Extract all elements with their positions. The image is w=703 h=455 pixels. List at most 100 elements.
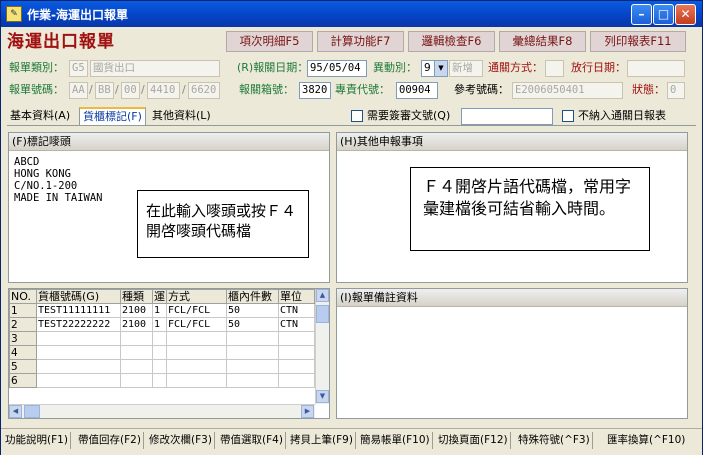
special-symbol-key[interactable]: 特殊符號(^F3) — [516, 432, 593, 449]
pieces-cell[interactable] — [226, 345, 279, 360]
marks-panel[interactable]: (F)標記嘜頭 ABCD HONG KONG C/NO.1-200 MADE I… — [8, 132, 330, 283]
marks-textarea[interactable]: ABCD HONG KONG C/NO.1-200 MADE IN TAIWAN — [14, 156, 103, 204]
review-docs-checkbox[interactable] — [351, 110, 363, 122]
method-cell[interactable]: FCL/FCL — [166, 303, 227, 318]
unit-cell[interactable] — [278, 331, 315, 346]
type-cell[interactable]: 2100 — [120, 303, 153, 318]
col-header-type[interactable]: 種類 — [120, 289, 153, 304]
calculate-button[interactable]: 計算功能F7 — [317, 31, 404, 52]
scroll-left-icon[interactable]: ◀ — [9, 405, 22, 418]
unit-cell[interactable]: CTN — [278, 317, 315, 332]
declaration-no-part4[interactable]: 4410 — [147, 82, 180, 99]
change-type-select[interactable]: 9 ▼ — [421, 60, 448, 77]
table-row[interactable]: 5 — [9, 359, 315, 374]
pieces-cell[interactable] — [226, 373, 279, 388]
container-no-cell[interactable] — [36, 373, 121, 388]
container-no-cell[interactable] — [36, 359, 121, 374]
declaration-type-name-field[interactable]: 國貨出口 — [90, 60, 220, 77]
type-cell[interactable] — [120, 345, 153, 360]
col-header-method[interactable]: 方式 — [166, 289, 227, 304]
print-report-button[interactable]: 列印報表F11 — [590, 31, 686, 52]
tab-basic-info[interactable]: 基本資料(A) — [7, 108, 73, 125]
type-cell[interactable] — [120, 373, 153, 388]
table-row[interactable]: 6 — [9, 373, 315, 388]
responsible-code-field[interactable]: 00904 — [396, 82, 438, 99]
col-header-transport[interactable]: 運 — [152, 289, 167, 304]
col-header-pieces[interactable]: 櫃內件數 — [226, 289, 279, 304]
col-header-unit[interactable]: 單位 — [278, 289, 315, 304]
container-no-cell[interactable]: TEST22222222 — [36, 317, 121, 332]
scroll-right-icon[interactable]: ▶ — [301, 405, 314, 418]
summary-button[interactable]: 彙總結果F8 — [499, 31, 586, 52]
container-no-cell[interactable] — [36, 331, 121, 346]
declaration-type-code-field[interactable]: G5 — [69, 60, 88, 77]
scroll-up-icon[interactable]: ▲ — [316, 289, 329, 302]
scroll-thumb[interactable] — [316, 305, 329, 323]
grid-horizontal-scrollbar[interactable]: ◀ ▶ — [9, 404, 315, 418]
currency-convert-key[interactable]: 匯率換算(^F10) — [605, 432, 687, 449]
scroll-down-icon[interactable]: ▼ — [316, 390, 329, 403]
declaration-no-part3[interactable]: 00 — [121, 82, 140, 99]
pieces-cell[interactable] — [226, 359, 279, 374]
notes-panel[interactable]: (I)報單備註資料 — [336, 288, 688, 419]
type-cell[interactable] — [120, 359, 153, 374]
tab-container-marks[interactable]: 貨櫃標記(F) — [79, 107, 146, 125]
unit-cell[interactable] — [278, 345, 315, 360]
method-cell[interactable] — [166, 373, 227, 388]
clearance-method-field[interactable] — [545, 60, 564, 77]
simple-bill-key[interactable]: 簡易帳單(F10) — [358, 432, 433, 449]
table-row[interactable]: 4 — [9, 345, 315, 360]
declaration-date-field[interactable]: 95/05/04 — [307, 60, 367, 77]
method-cell[interactable]: FCL/FCL — [166, 317, 227, 332]
type-cell[interactable] — [120, 331, 153, 346]
tab-other-info[interactable]: 其他資料(L) — [149, 108, 214, 125]
transport-cell[interactable] — [152, 373, 167, 388]
select-value-key[interactable]: 帶值選取(F4) — [218, 432, 286, 449]
declaration-no-part1[interactable]: AA — [69, 82, 88, 99]
maximize-button[interactable]: □ — [653, 4, 674, 25]
exclude-daily-checkbox[interactable] — [562, 110, 574, 122]
table-row[interactable]: 3 — [9, 331, 315, 346]
declaration-no-part5[interactable]: 6620 — [188, 82, 220, 99]
declaration-no-part2[interactable]: BB — [95, 82, 114, 99]
logic-check-button[interactable]: 邏輯檢查F6 — [408, 31, 495, 52]
method-cell[interactable] — [166, 331, 227, 346]
unit-cell[interactable] — [278, 373, 315, 388]
container-no-cell[interactable] — [36, 345, 121, 360]
container-no-cell[interactable]: TEST11111111 — [36, 303, 121, 318]
box-no-field[interactable]: 3820 — [299, 82, 331, 99]
release-date-field[interactable] — [627, 60, 685, 77]
method-cell[interactable] — [166, 359, 227, 374]
pieces-cell[interactable]: 50 — [226, 303, 279, 318]
type-cell[interactable]: 2100 — [120, 317, 153, 332]
minimize-button[interactable]: – — [631, 4, 652, 25]
help-key[interactable]: 功能說明(F1) — [3, 432, 71, 449]
transport-cell[interactable] — [152, 345, 167, 360]
close-button[interactable]: ✕ — [675, 4, 696, 25]
transport-cell[interactable]: 1 — [152, 317, 167, 332]
transport-cell[interactable] — [152, 331, 167, 346]
h-scroll-thumb[interactable] — [24, 405, 40, 418]
container-grid[interactable]: NO. 貨櫃號碼(G) 種類 運 方式 櫃內件數 單位 1 TEST1111111… — [8, 288, 330, 419]
table-row[interactable]: 2 TEST22222222 2100 1 FCL/FCL 50 CTN — [9, 317, 315, 332]
table-row[interactable]: 1 TEST11111111 2100 1 FCL/FCL 50 CTN — [9, 303, 315, 318]
grid-vertical-scrollbar[interactable]: ▲ ▼ — [315, 289, 329, 404]
title-bar[interactable]: ✎ 作業-海運出口報單 – □ ✕ — [1, 1, 702, 27]
pieces-cell[interactable] — [226, 331, 279, 346]
edit-next-key[interactable]: 修改次欄(F3) — [147, 432, 215, 449]
unit-cell[interactable]: CTN — [278, 303, 315, 318]
pieces-cell[interactable]: 50 — [226, 317, 279, 332]
review-docs-field[interactable] — [461, 108, 553, 125]
copy-previous-key[interactable]: 拷貝上筆(F9) — [288, 432, 356, 449]
col-header-container-no[interactable]: 貨櫃號碼(G) — [36, 289, 121, 304]
transport-cell[interactable] — [152, 359, 167, 374]
status-field[interactable]: 0 — [667, 82, 685, 99]
return-value-key[interactable]: 帶值回存(F2) — [76, 432, 144, 449]
item-details-button[interactable]: 項次明細F5 — [226, 31, 313, 52]
unit-cell[interactable] — [278, 359, 315, 374]
transport-cell[interactable]: 1 — [152, 303, 167, 318]
reference-no-field[interactable]: E2006050401 — [512, 82, 623, 99]
other-declarations-panel[interactable]: (H)其他申報事項 Ｆ４開啓片語代碼檔，常用字彙建檔後可結省輸入時間。 — [336, 132, 688, 283]
method-cell[interactable] — [166, 345, 227, 360]
switch-page-key[interactable]: 切換頁面(F12) — [436, 432, 511, 449]
